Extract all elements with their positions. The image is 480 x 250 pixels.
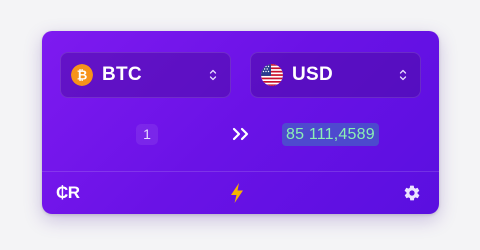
amount-input[interactable]: 1 <box>136 124 158 145</box>
svg-text:₿: ₿ <box>77 69 88 84</box>
gear-icon[interactable] <box>403 184 421 202</box>
converter-card: ₿ BTC USD 1 85 111,4589 ₵R <box>42 31 439 214</box>
double-chevron-right-icon <box>232 127 249 141</box>
to-currency-select[interactable]: USD <box>250 52 421 98</box>
bitcoin-icon: ₿ <box>71 64 93 86</box>
to-currency-code: USD <box>292 64 334 85</box>
from-currency-select[interactable]: ₿ BTC <box>60 52 231 98</box>
from-currency-code: BTC <box>102 64 142 85</box>
lightning-bolt-icon[interactable] <box>229 182 245 204</box>
chevron-up-down-icon <box>209 69 217 81</box>
conversion-result: 85 111,4589 <box>282 123 379 146</box>
footer-divider <box>42 171 439 172</box>
app-logo: ₵R <box>56 183 80 202</box>
chevron-up-down-icon <box>399 69 407 81</box>
us-flag-icon <box>261 64 283 86</box>
